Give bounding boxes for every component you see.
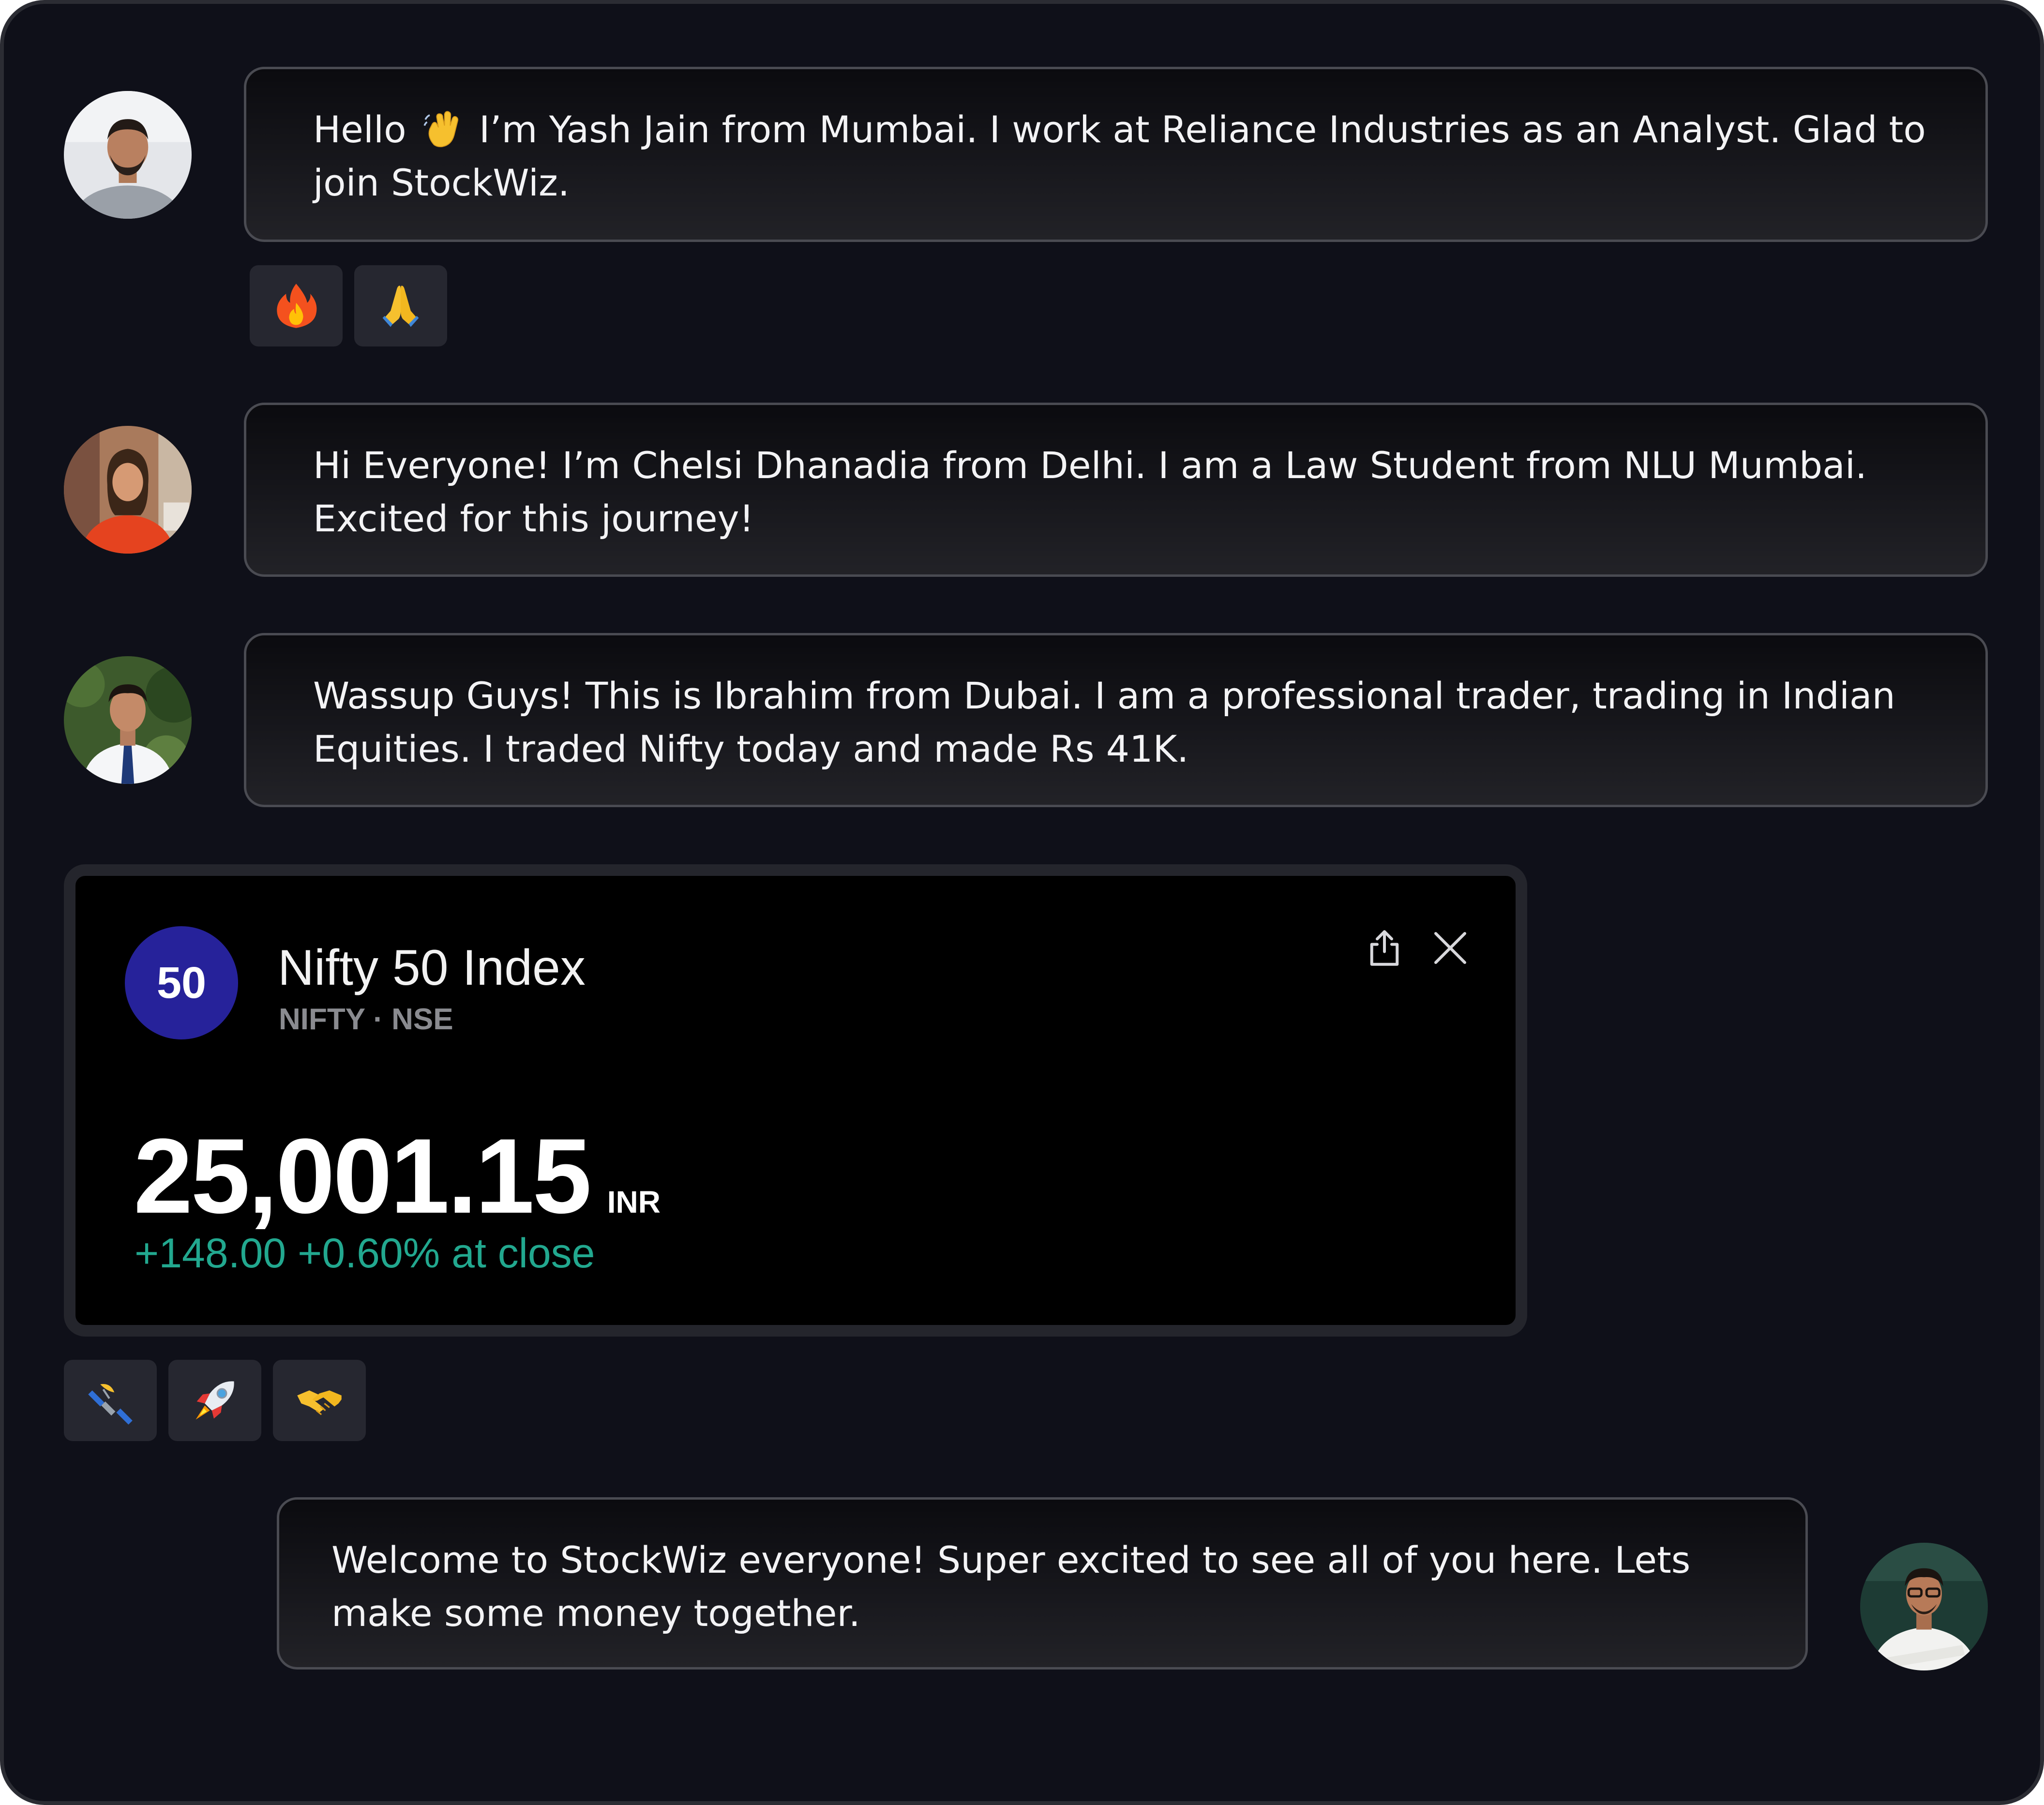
waving-hand-icon xyxy=(421,106,465,150)
folded-hands-icon xyxy=(382,286,419,327)
message-text: Welcome to StockWiz everyone! Super exci… xyxy=(331,1538,1691,1635)
message-bubble: Hi Everyone! I’m Chelsi Dhanadia from De… xyxy=(244,403,1988,577)
avatar-yash[interactable] xyxy=(64,91,192,219)
reaction-folded-hands[interactable] xyxy=(354,265,447,346)
message-text: Hi Everyone! I’m Chelsi Dhanadia from De… xyxy=(313,444,1867,540)
stock-card[interactable]: 50 Nifty 50 Index NIFTY · NSE 25,001.15 … xyxy=(64,864,1527,1337)
satellite-icon xyxy=(88,1384,133,1425)
reaction-handshake[interactable] xyxy=(273,1360,366,1441)
share-icon[interactable] xyxy=(1363,926,1406,970)
rocket-icon xyxy=(195,1381,234,1420)
stock-name: Nifty 50 Index xyxy=(278,940,586,996)
handshake-icon xyxy=(297,1390,342,1415)
reaction-rocket[interactable] xyxy=(168,1360,261,1441)
avatar-ibrahim[interactable] xyxy=(64,656,192,784)
close-icon[interactable] xyxy=(1428,926,1472,970)
message-bubble: Welcome to StockWiz everyone! Super exci… xyxy=(277,1497,1808,1670)
message-bubble: Wassup Guys! This is Ibrahim from Dubai.… xyxy=(244,633,1988,807)
message-text-part: I’m Yash Jain from Mumbai. I work at Rel… xyxy=(313,108,1926,204)
reaction-satellite[interactable] xyxy=(64,1360,157,1441)
message-text-part: Hello xyxy=(313,108,418,151)
message-bubble: Hello I’m Yash Jain from Mumbai. I work … xyxy=(244,67,1988,242)
avatar-chelsi[interactable] xyxy=(64,426,192,554)
stock-change: +148.00 +0.60% at close xyxy=(135,1230,595,1277)
avatar-host[interactable] xyxy=(1860,1543,1988,1670)
chat-panel: Hello I’m Yash Jain from Mumbai. I work … xyxy=(0,0,2044,1805)
price-row: 25,001.15 INR xyxy=(134,1118,661,1234)
fire-icon xyxy=(277,284,317,328)
stock-logo: 50 xyxy=(125,926,238,1039)
reaction-fire[interactable] xyxy=(250,265,343,346)
stock-exchange: NIFTY · NSE xyxy=(279,1003,453,1036)
stock-price: 25,001.15 xyxy=(134,1116,592,1235)
stock-currency: INR xyxy=(607,1185,661,1219)
message-text: Wassup Guys! This is Ibrahim from Dubai.… xyxy=(313,674,1895,770)
